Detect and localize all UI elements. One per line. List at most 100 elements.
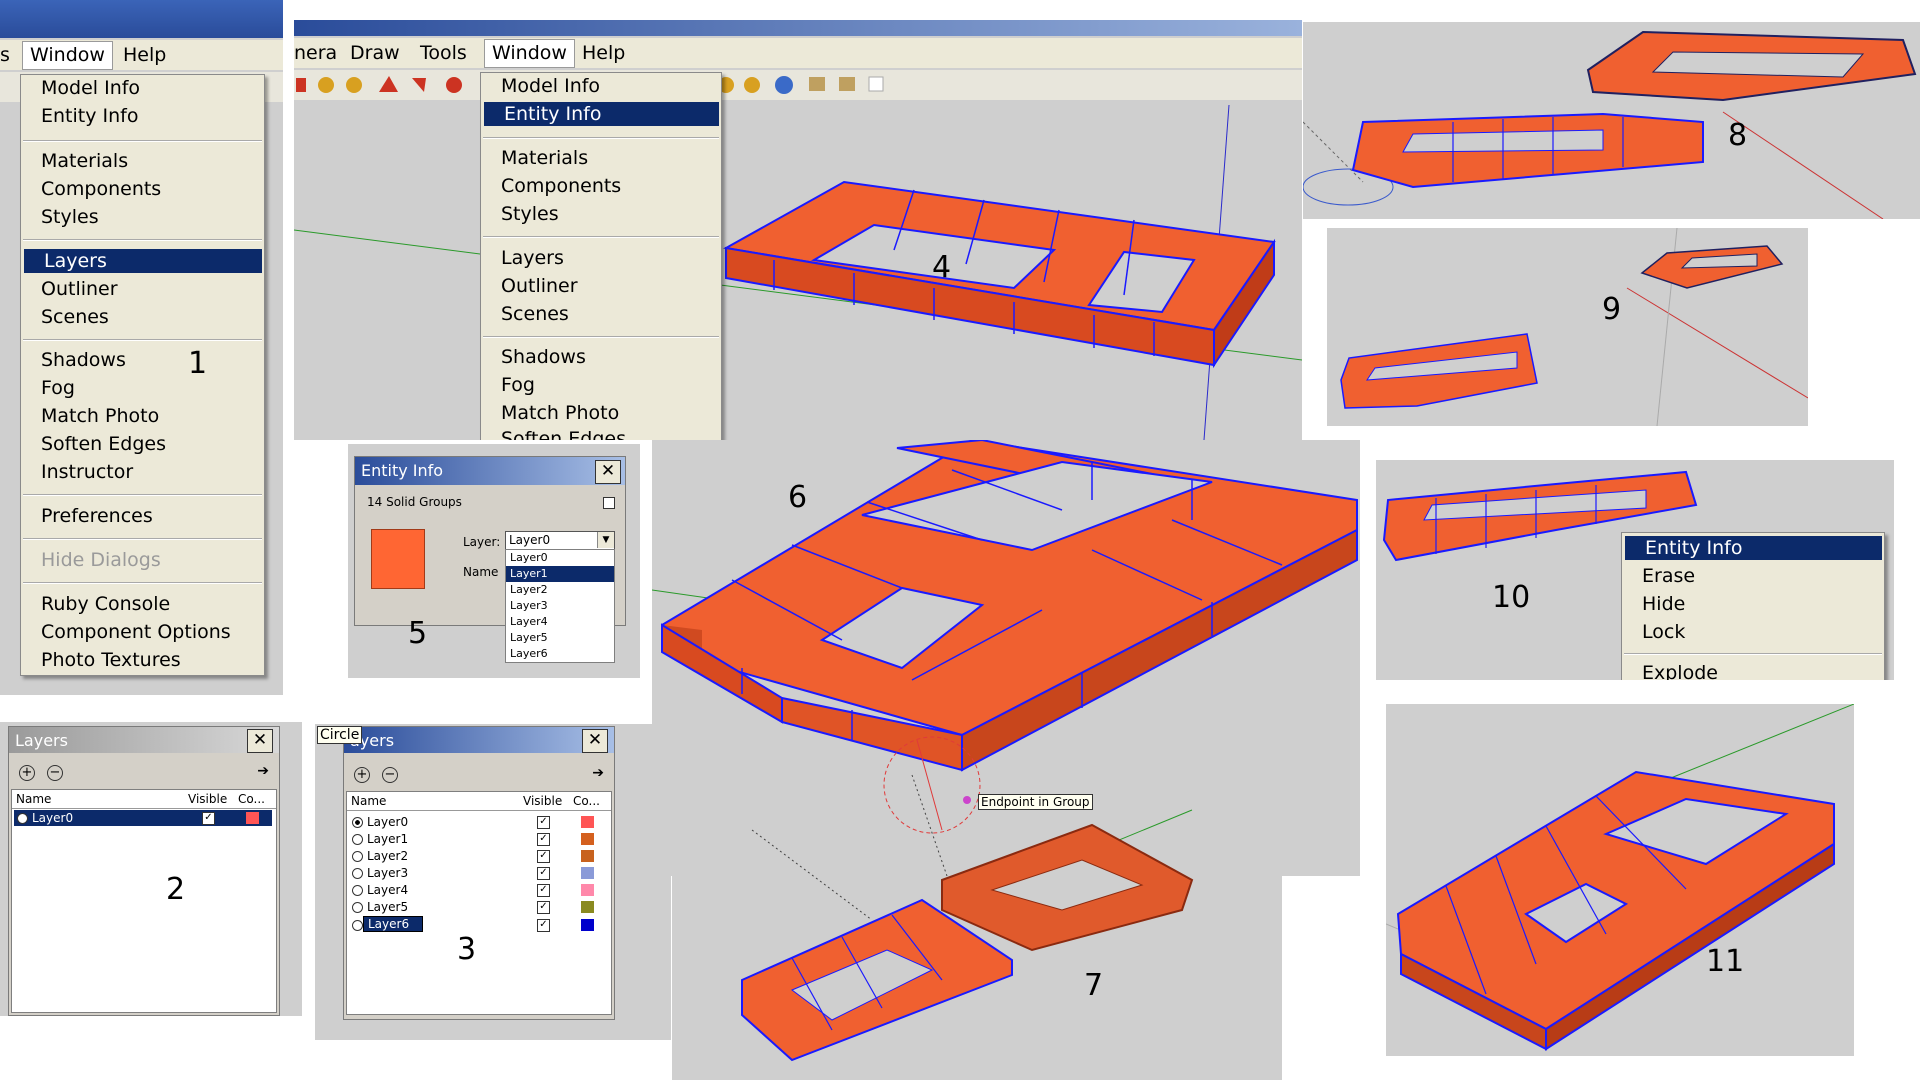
- menu-layers[interactable]: Layers: [24, 249, 262, 273]
- menu-preferences[interactable]: Preferences: [21, 504, 264, 528]
- red-axis: [1626, 287, 1808, 399]
- table-row[interactable]: Layer5 ✓: [349, 899, 607, 915]
- menu-separator: [23, 494, 262, 496]
- visible-checkbox[interactable]: ✓: [537, 919, 550, 932]
- remove-layer-icon[interactable]: −: [382, 767, 398, 783]
- close-button[interactable]: ✕: [595, 460, 621, 484]
- details-arrow-icon[interactable]: ➔: [257, 763, 269, 779]
- table-row[interactable]: Layer4 ✓: [349, 882, 607, 898]
- menu-separator: [23, 140, 262, 142]
- table-row[interactable]: Layer0 ✓: [349, 814, 607, 830]
- close-button[interactable]: ✕: [247, 729, 273, 753]
- layer-name: Layer3: [367, 866, 409, 880]
- menu-window[interactable]: Window: [22, 41, 113, 70]
- context-hide[interactable]: Hide: [1622, 592, 1882, 616]
- layer-option[interactable]: Layer6: [510, 646, 610, 662]
- layer-radio[interactable]: [352, 851, 363, 862]
- close-button[interactable]: ✕: [582, 729, 608, 753]
- visible-checkbox[interactable]: ✓: [537, 867, 550, 880]
- menu-shadows[interactable]: Shadows: [21, 348, 264, 372]
- menu-shadows[interactable]: Shadows: [481, 345, 721, 369]
- layer-radio[interactable]: [352, 902, 363, 913]
- layer-color-swatch[interactable]: [581, 901, 594, 913]
- menu-soften-edges[interactable]: Soften Edges: [21, 432, 264, 456]
- layer-color-swatch[interactable]: [581, 919, 594, 931]
- step-number-11: 11: [1706, 944, 1745, 979]
- layer-name-editing[interactable]: Layer6: [363, 916, 423, 932]
- menu-layers[interactable]: Layers: [481, 246, 721, 270]
- menu-entity-info[interactable]: Entity Info: [21, 104, 264, 128]
- menu-separator: [23, 582, 262, 584]
- active-layer-radio[interactable]: [17, 813, 28, 824]
- menu-match-photo[interactable]: Match Photo: [481, 401, 721, 425]
- visible-checkbox[interactable]: ✓: [202, 812, 215, 825]
- layer-radio[interactable]: [352, 834, 363, 845]
- active-layer-radio[interactable]: [352, 817, 363, 828]
- menu-component-options[interactable]: Component Options: [21, 620, 264, 644]
- material-swatch[interactable]: [371, 529, 425, 589]
- menu-item-partial[interactable]: s: [0, 44, 10, 66]
- table-row[interactable]: Layer3 ✓: [349, 865, 607, 881]
- panel-5: Entity Info ✕ 14 Solid Groups Layer: Nam…: [348, 444, 640, 678]
- menu-components[interactable]: Components: [481, 174, 721, 198]
- table-row[interactable]: Layer1 ✓: [349, 831, 607, 847]
- menu-ruby-console[interactable]: Ruby Console: [21, 592, 264, 616]
- add-layer-icon[interactable]: +: [19, 765, 35, 781]
- visible-checkbox[interactable]: ✓: [537, 850, 550, 863]
- layer-option[interactable]: Layer0: [510, 550, 610, 566]
- menu-model-info[interactable]: Model Info: [21, 76, 264, 100]
- context-erase[interactable]: Erase: [1622, 564, 1882, 588]
- layer-radio[interactable]: [352, 920, 363, 931]
- menu-help[interactable]: Help: [123, 44, 166, 66]
- layer-color-swatch[interactable]: [581, 816, 594, 828]
- menu-materials[interactable]: Materials: [21, 149, 264, 173]
- layer-option[interactable]: Layer4: [510, 614, 610, 630]
- menu-fog[interactable]: Fog: [21, 376, 264, 400]
- context-entity-info[interactable]: Entity Info: [1625, 536, 1882, 560]
- context-explode[interactable]: Explode: [1622, 661, 1882, 680]
- menu-outliner[interactable]: Outliner: [481, 274, 721, 298]
- menu-scenes[interactable]: Scenes: [21, 305, 264, 329]
- layer-color-swatch[interactable]: [581, 867, 594, 879]
- layer-color-swatch[interactable]: [581, 884, 594, 896]
- panel-1: s Window Help Model Info Entity Info Mat…: [0, 0, 283, 695]
- menu-fog[interactable]: Fog: [481, 373, 721, 397]
- layer-select[interactable]: Layer0 ▼: [505, 531, 615, 551]
- table-row[interactable]: Layer2 ✓: [349, 848, 607, 864]
- layer-option[interactable]: Layer3: [510, 598, 610, 614]
- layer-radio[interactable]: [352, 885, 363, 896]
- table-row[interactable]: Layer6 ✓: [349, 916, 607, 934]
- menu-styles[interactable]: Styles: [21, 205, 264, 229]
- context-lock[interactable]: Lock: [1622, 620, 1882, 644]
- menu-separator: [483, 137, 719, 139]
- step-number-2: 2: [166, 872, 186, 907]
- menu-soften-edges[interactable]: Soften Edges: [481, 427, 721, 440]
- table-row[interactable]: Layer0 ✓: [14, 810, 272, 826]
- chevron-down-icon[interactable]: ▼: [597, 532, 614, 548]
- layer-color-swatch[interactable]: [581, 850, 594, 862]
- menu-styles[interactable]: Styles: [481, 202, 721, 226]
- menu-model-info[interactable]: Model Info: [481, 74, 721, 98]
- remove-layer-icon[interactable]: −: [47, 765, 63, 781]
- layer-option-selected[interactable]: Layer1: [506, 566, 614, 582]
- menu-instructor[interactable]: Instructor: [21, 460, 264, 484]
- layer-color-swatch[interactable]: [246, 812, 259, 824]
- visible-checkbox[interactable]: ✓: [537, 833, 550, 846]
- menu-scenes[interactable]: Scenes: [481, 302, 721, 326]
- visible-checkbox[interactable]: ✓: [537, 901, 550, 914]
- layer-option[interactable]: Layer5: [510, 630, 610, 646]
- menu-materials[interactable]: Materials: [481, 146, 721, 170]
- menu-match-photo[interactable]: Match Photo: [21, 404, 264, 428]
- menu-components[interactable]: Components: [21, 177, 264, 201]
- layer-radio[interactable]: [352, 868, 363, 879]
- toggle-icon[interactable]: [603, 497, 615, 509]
- menu-outliner[interactable]: Outliner: [21, 277, 264, 301]
- visible-checkbox[interactable]: ✓: [537, 816, 550, 829]
- details-arrow-icon[interactable]: ➔: [592, 765, 604, 781]
- visible-checkbox[interactable]: ✓: [537, 884, 550, 897]
- menu-photo-textures[interactable]: Photo Textures: [21, 648, 264, 672]
- add-layer-icon[interactable]: +: [354, 767, 370, 783]
- layer-option[interactable]: Layer2: [510, 582, 610, 598]
- layer-color-swatch[interactable]: [581, 833, 594, 845]
- menu-entity-info[interactable]: Entity Info: [484, 102, 719, 126]
